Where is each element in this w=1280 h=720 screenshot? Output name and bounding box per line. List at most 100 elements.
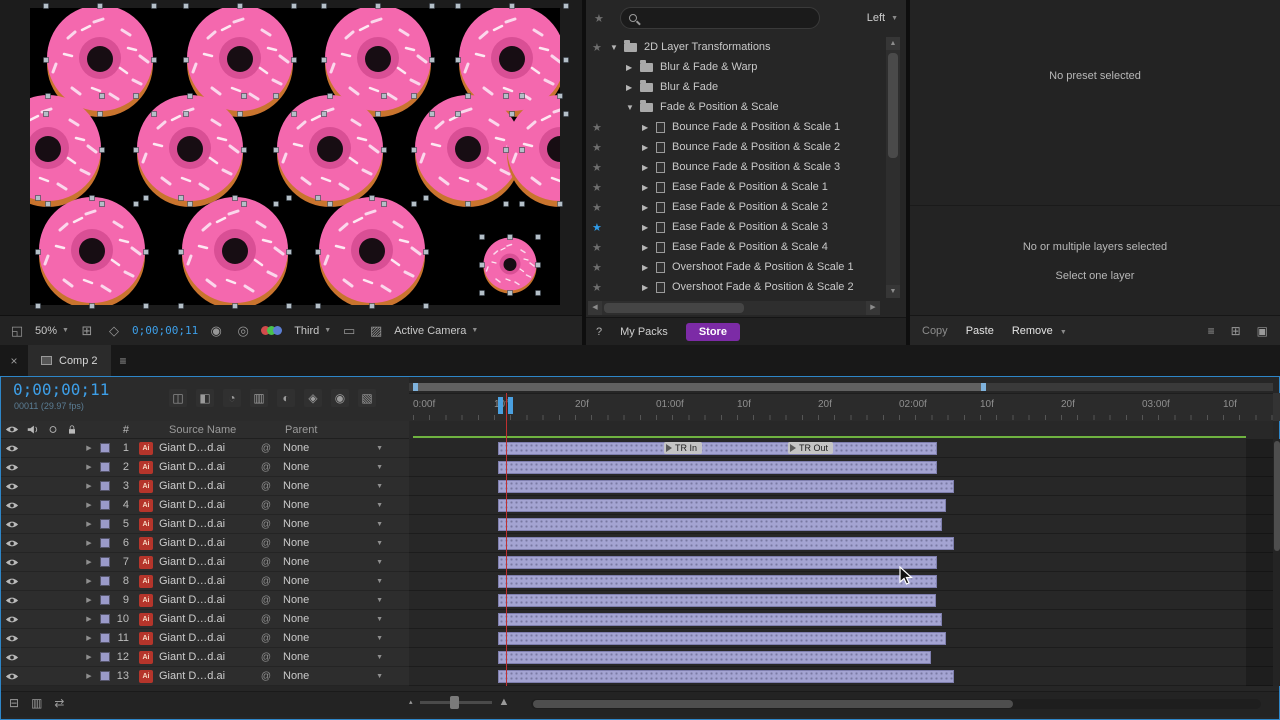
selection-handle[interactable] — [273, 201, 279, 207]
selection-handle[interactable] — [503, 201, 509, 207]
tree-preset-row[interactable]: ★ ▶ Bounce Fade & Position & Scale 3 — [586, 157, 880, 177]
auto-keyframe-icon[interactable]: ◉ — [331, 389, 349, 407]
layer-duration-bar[interactable] — [498, 670, 954, 683]
eye-icon[interactable] — [1, 439, 23, 458]
star-icon[interactable]: ★ — [592, 241, 610, 254]
lock-toggle[interactable] — [63, 572, 81, 591]
solo-toggle[interactable] — [43, 629, 63, 648]
layer-name[interactable]: Giant D…d.ai — [153, 648, 257, 667]
selection-handle[interactable] — [327, 93, 333, 99]
star-icon[interactable]: ★ — [592, 221, 610, 234]
parent-dropdown[interactable]: None ▼ — [275, 629, 409, 648]
tree-preset-row[interactable]: ★ ▶ Bounce Fade & Position & Scale 1 — [586, 117, 880, 137]
search-input[interactable] — [644, 12, 811, 24]
timeline-marker[interactable]: TR In — [664, 442, 703, 454]
layer-duration-bar[interactable] — [498, 499, 946, 512]
selection-handle[interactable] — [241, 93, 247, 99]
snapshot-icon[interactable]: ◉ — [207, 323, 225, 339]
caret-down-icon[interactable]: ▼ — [626, 103, 640, 112]
channels-icon[interactable] — [261, 326, 285, 335]
label-color-chip[interactable] — [97, 458, 113, 477]
label-color-chip[interactable] — [97, 553, 113, 572]
caret-right-icon[interactable]: ▶ — [642, 163, 656, 172]
remove-dropdown[interactable]: Remove ▼ — [1012, 325, 1067, 337]
selection-handle[interactable] — [535, 290, 541, 296]
tree-preset-row[interactable]: ★ ▶ Ease Fade & Position & Scale 2 — [586, 197, 880, 217]
selection-handle[interactable] — [519, 93, 525, 99]
selection-handle[interactable] — [151, 57, 157, 63]
selection-handle[interactable] — [455, 111, 461, 117]
layer-expander-icon[interactable]: ▶ — [81, 534, 97, 553]
parent-pickwhip-icon[interactable]: @ — [257, 458, 275, 477]
selection-handle[interactable] — [381, 147, 387, 153]
layer-name[interactable]: Giant D…d.ai — [153, 629, 257, 648]
favorites-star-icon[interactable]: ★ — [594, 12, 612, 25]
star-icon[interactable]: ★ — [592, 261, 610, 274]
time-ruler[interactable]: 0:00f 10f 20f 01:00f 10f 20f 02:00f 10f 20f 03:00… — [409, 393, 1273, 421]
scroll-up-icon[interactable]: ▲ — [886, 37, 900, 50]
caret-right-icon[interactable]: ▶ — [642, 283, 656, 292]
selection-handle[interactable] — [519, 201, 525, 207]
label-color-chip[interactable] — [97, 534, 113, 553]
parent-dropdown[interactable]: None ▼ — [275, 667, 409, 686]
caret-right-icon[interactable]: ▶ — [642, 183, 656, 192]
selection-handle[interactable] — [89, 303, 95, 309]
selection-handle[interactable] — [315, 195, 321, 201]
caret-down-icon[interactable]: ▼ — [610, 43, 624, 52]
selection-handle[interactable] — [507, 290, 513, 296]
label-color-chip[interactable] — [97, 629, 113, 648]
label-color-chip[interactable] — [97, 439, 113, 458]
layer-duration-bar[interactable] — [498, 594, 936, 607]
lock-toggle[interactable] — [63, 667, 81, 686]
tree-folder-row[interactable]: ★ ▼ 2D Layer Transformations — [586, 37, 880, 57]
solo-toggle[interactable] — [43, 572, 63, 591]
layer-name[interactable]: Giant D…d.ai — [153, 591, 257, 610]
brainstorm-icon[interactable]: ◈ — [304, 389, 322, 407]
layer-duration-bar[interactable] — [498, 575, 937, 588]
eye-icon[interactable] — [1, 553, 23, 572]
effect-sliders-icon[interactable]: ≡ — [1208, 324, 1215, 338]
parent-dropdown[interactable]: None ▼ — [275, 591, 409, 610]
layer-expander-icon[interactable]: ▶ — [81, 458, 97, 477]
selection-handle[interactable] — [411, 93, 417, 99]
audio-toggle[interactable] — [23, 667, 43, 686]
selection-handle[interactable] — [429, 3, 435, 9]
eye-icon[interactable] — [1, 458, 23, 477]
selection-handle[interactable] — [35, 303, 41, 309]
view-layout-icon[interactable]: ◱ — [8, 323, 26, 339]
frame-blending-icon[interactable]: ▥ — [250, 389, 268, 407]
selection-handle[interactable] — [45, 93, 51, 99]
layer-expander-icon[interactable]: ▶ — [81, 629, 97, 648]
timeline-marker[interactable]: TR Out — [788, 442, 834, 454]
expand-transfer-controls-icon[interactable]: ▥ — [31, 696, 42, 710]
selection-handle[interactable] — [143, 195, 149, 201]
parent-dropdown[interactable]: None ▼ — [275, 534, 409, 553]
tree-preset-row[interactable]: ★ ▶ Ease Fade & Position & Scale 4 — [586, 237, 880, 257]
layer-duration-bar[interactable] — [498, 632, 946, 645]
eye-icon[interactable] — [1, 477, 23, 496]
selection-handle[interactable] — [509, 111, 515, 117]
current-timecode[interactable]: 0;00;00;11 — [13, 380, 109, 399]
selection-handle[interactable] — [369, 303, 375, 309]
layer-duration-bar[interactable] — [498, 613, 942, 626]
tree-preset-row[interactable]: ★ ▶ Bounce Fade & Position & Scale 2 — [586, 137, 880, 157]
solo-toggle[interactable] — [43, 591, 63, 610]
audio-toggle[interactable] — [23, 610, 43, 629]
lock-toggle[interactable] — [63, 534, 81, 553]
selection-handle[interactable] — [509, 3, 515, 9]
selection-handle[interactable] — [286, 249, 292, 255]
scroll-right-icon[interactable]: ▶ — [866, 301, 880, 315]
layer-expander-icon[interactable]: ▶ — [81, 667, 97, 686]
selection-handle[interactable] — [465, 201, 471, 207]
layer-row[interactable]: ▶ 6 Ai Giant D…d.ai @ None ▼ — [1, 534, 409, 553]
layer-expander-icon[interactable]: ▶ — [81, 553, 97, 572]
layer-row[interactable]: ▶ 3 Ai Giant D…d.ai @ None ▼ — [1, 477, 409, 496]
selection-handle[interactable] — [151, 3, 157, 9]
tree-folder-row[interactable]: ★▼Fade & Position & Scale — [586, 97, 880, 117]
lock-toggle[interactable] — [63, 458, 81, 477]
selection-handle[interactable] — [43, 3, 49, 9]
audio-toggle[interactable] — [23, 458, 43, 477]
caret-right-icon[interactable]: ▶ — [642, 243, 656, 252]
selection-handle[interactable] — [273, 93, 279, 99]
layer-name[interactable]: Giant D…d.ai — [153, 572, 257, 591]
